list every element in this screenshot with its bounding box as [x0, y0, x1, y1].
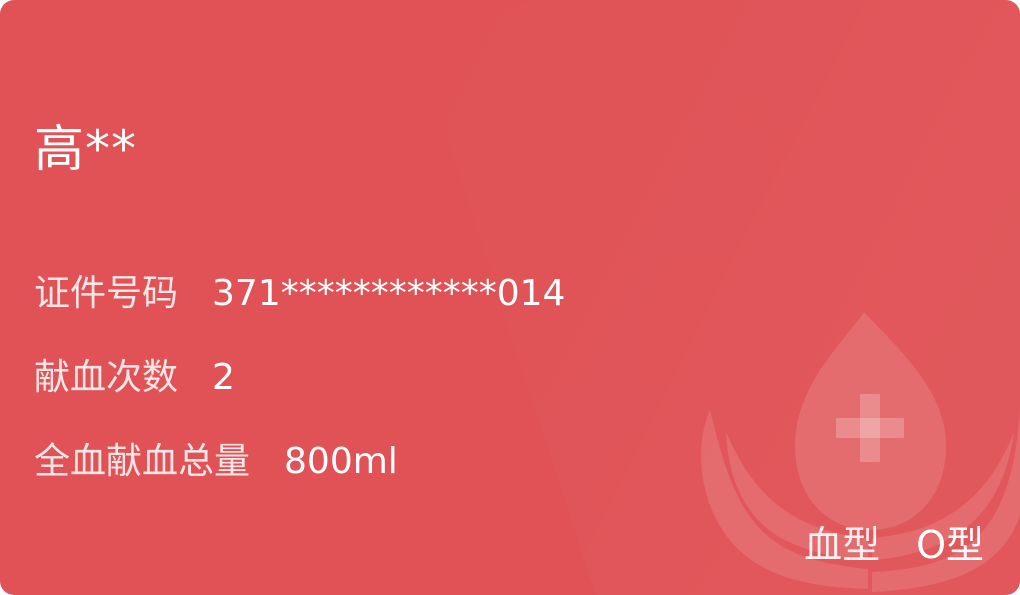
blood-type-label: 血型 [804, 523, 881, 567]
id-number-value: 371************014 [212, 273, 566, 314]
total-donation-label: 全血献血总量 [34, 441, 251, 482]
total-donation-row: 全血献血总量 800ml [34, 440, 398, 484]
id-number-label: 证件号码 [34, 273, 179, 314]
blood-type-value: O型 [916, 523, 984, 567]
donation-count-value: 2 [212, 357, 235, 398]
donation-count-row: 献血次数 2 [34, 356, 235, 400]
donor-name: 高** [34, 120, 137, 178]
blood-donation-card: 高** 证件号码 371************014 献血次数 2 全血献血总量 8… [0, 0, 1020, 595]
donation-count-label: 献血次数 [34, 357, 179, 398]
total-donation-value: 800ml [284, 441, 398, 482]
blood-type: 血型 O型 [804, 522, 984, 568]
id-number-row: 证件号码 371************014 [34, 272, 565, 316]
